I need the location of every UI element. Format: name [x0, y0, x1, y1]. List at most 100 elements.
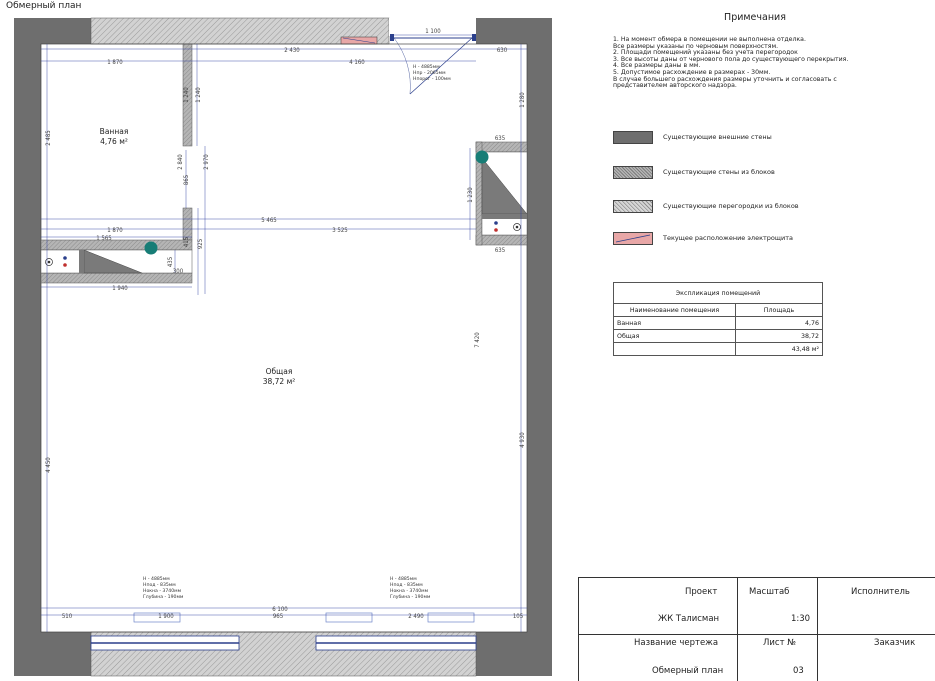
- notes-title: Примечания: [724, 12, 786, 23]
- partition-swatch: [613, 199, 653, 213]
- dim-5465: 5 465: [261, 217, 276, 224]
- legend-label: Существующие стены из блоков: [663, 168, 775, 176]
- drawing-name-value: Обмерный план: [652, 666, 724, 676]
- dim-door: 1 100: [425, 28, 441, 35]
- dim-2485: 2 485: [45, 130, 52, 145]
- window-left-height-1: H - 4885мм: [143, 576, 170, 582]
- riser-marker-right: [475, 150, 489, 164]
- window-left-height-2: Hпод - 835мм: [143, 582, 176, 588]
- sheet-value: 03: [793, 666, 804, 676]
- table-caption: Экспликация помещений: [613, 282, 823, 304]
- legend-item-external-wall: Существующие внешние стены: [613, 130, 772, 144]
- rooms-explication-table: Экспликация помещений Наименование помещ…: [613, 282, 823, 356]
- block-wall-swatch: [613, 165, 653, 179]
- dim-510: 510: [62, 613, 73, 620]
- customer-label: Заказчик: [874, 638, 916, 648]
- dim-1240b: 1 240: [195, 87, 202, 103]
- dim-1900: 1 900: [158, 613, 174, 620]
- table-row: Общая 38,72: [613, 329, 823, 343]
- dim-3525: 3 525: [332, 227, 347, 234]
- notes-list: 1. На момент обмера в помещении не выпол…: [613, 36, 913, 90]
- room-name-cell: [613, 342, 736, 356]
- dim-2840: 2 840: [177, 154, 184, 170]
- external-wall-swatch: [613, 130, 653, 144]
- right-shaft: [475, 141, 528, 246]
- dim-7420: 7 420: [474, 332, 481, 348]
- door-height-1: H - 4885мм: [413, 64, 440, 70]
- project-label: Проект: [685, 587, 718, 597]
- dim-2430: 2 430: [284, 47, 300, 54]
- drawing-name-label: Название чертежа: [634, 638, 719, 648]
- wall-right: [527, 18, 552, 676]
- table-row: Ванная 4,76: [613, 316, 823, 330]
- wall-bottom-left: [14, 632, 91, 676]
- wall-left: [14, 18, 41, 676]
- scale-label: Масштаб: [749, 587, 790, 597]
- window-right-height-3: Hокна - 3740мм: [390, 588, 429, 594]
- door-height-3: Hпорог - 100мм: [413, 76, 451, 82]
- dimension-lines: [41, 34, 527, 632]
- dim-1280: 1 280: [519, 92, 526, 108]
- dim-300: 300: [173, 268, 184, 275]
- window-left-height-4: Глубина - 190мм: [143, 594, 184, 600]
- riser-marker-left: [144, 241, 158, 255]
- scale-value: 1:30: [791, 614, 811, 624]
- wall-top-right: [476, 18, 552, 44]
- table-header: Площадь: [735, 303, 823, 317]
- room-area-cell: 4,76: [735, 316, 823, 330]
- title-block: Проект ЖК Талисман Масштаб 1:30 Исполнит…: [578, 577, 935, 681]
- dim-105: 105: [513, 613, 523, 620]
- window-right-height-2: Hпод - 835мм: [390, 582, 423, 588]
- door-height-2: Hпр - 2065мм: [413, 70, 446, 76]
- legend-label: Существующие внешние стены: [663, 133, 772, 141]
- cold-water-icon: [63, 256, 67, 260]
- dim-4930: 4 930: [519, 432, 526, 448]
- external-walls: [14, 18, 552, 676]
- common-room-name: Общая: [266, 367, 293, 376]
- legend-item-block-wall: Существующие стены из блоков: [613, 165, 775, 179]
- radiator-mid: [325, 612, 373, 623]
- executor-label: Исполнитель: [851, 587, 910, 597]
- dim-2490: 2 490: [408, 613, 424, 620]
- dim-1230: 1 230: [467, 187, 474, 203]
- legend-label: Текущее расположение электрощита: [663, 234, 794, 242]
- dim-435: 435: [167, 257, 174, 267]
- dim-865: 865: [183, 175, 190, 185]
- project-value: ЖК Талисман: [658, 614, 720, 624]
- window-right-height-1: H - 4885мм: [390, 576, 417, 582]
- table-header: Наименование помещения: [613, 303, 736, 317]
- dim-635-bottom: 635: [495, 247, 505, 254]
- dim-1870-mid: 1 870: [107, 227, 123, 234]
- wall-bottom-right: [476, 632, 552, 676]
- common-room-area: 38,72 м²: [263, 377, 296, 386]
- dim-1565: 1 565: [96, 235, 111, 242]
- room-name-cell: Ванная: [613, 316, 736, 330]
- dim-965: 965: [273, 613, 283, 620]
- room-area-cell: 38,72: [735, 329, 823, 343]
- radiator-right: [427, 612, 475, 623]
- legend-label: Существующие перегородки из блоков: [663, 202, 799, 210]
- dim-925: 925: [197, 239, 204, 249]
- dim-4450: 4 450: [45, 457, 52, 473]
- dim-1940: 1 940: [112, 285, 128, 292]
- dim-1240a: 1 240: [183, 87, 190, 103]
- legend-item-partition: Существующие перегородки из блоков: [613, 199, 799, 213]
- room-name-cell: Общая: [613, 329, 736, 343]
- dim-630: 630: [497, 47, 508, 54]
- note-item: представителем авторского надзора.: [613, 82, 737, 90]
- hot-water-icon: [63, 263, 67, 267]
- bath-room-name: Ванная: [100, 127, 129, 136]
- legend-item-electrical-panel: Текущее расположение электрощита: [613, 231, 793, 245]
- electrical-panel-swatch: [613, 231, 653, 245]
- dim-415: 415: [183, 237, 190, 247]
- table-row: 43,48 м²: [613, 342, 823, 356]
- dim-2970: 2 970: [203, 154, 210, 170]
- bath-room-area: 4,76 м²: [100, 137, 128, 146]
- dim-4160: 4 160: [349, 59, 365, 66]
- dim-635-top: 635: [495, 135, 505, 142]
- sheet-label: Лист №: [763, 638, 797, 648]
- total-area-cell: 43,48 м²: [735, 342, 823, 356]
- dim-1870-top: 1 870: [107, 59, 123, 66]
- electrical-panel: [340, 36, 378, 45]
- wall-top-left: [14, 18, 91, 44]
